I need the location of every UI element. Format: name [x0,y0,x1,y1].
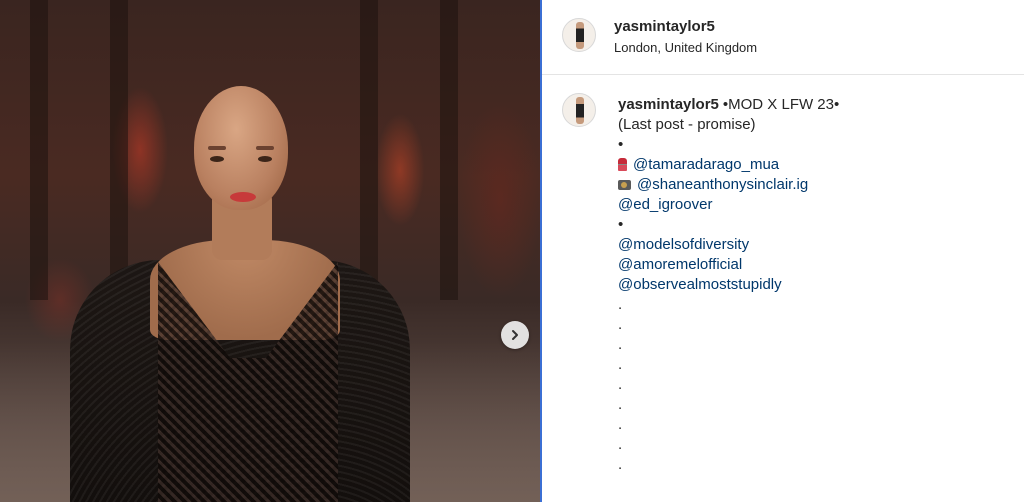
caption-text: (Last post - promise) [618,116,756,133]
post-location[interactable]: London, United Kingdom [614,40,757,55]
caption-title: •MOD X LFW 23• [722,96,840,113]
caption-text: . [618,336,623,353]
next-media-button[interactable] [501,321,529,349]
background-pillar [30,0,48,300]
caption-line: (Last post - promise) [618,115,1008,135]
lipstick-icon [618,158,627,171]
post-caption: yasmintaylor5 •MOD X LFW 23• (Last post -… [542,74,1024,502]
caption-mention-line: @ed_igroover [618,195,1008,215]
caption-avatar[interactable] [562,93,596,127]
caption-line: . [618,295,1008,315]
caption-text: . [618,376,623,393]
caption-line: . [618,355,1008,375]
caption-text: . [618,356,623,373]
mention-link[interactable]: @amoremelofficial [618,256,742,273]
caption-line: . [618,315,1008,335]
caption-mention-line: @tamaradarago_mua [618,155,1008,175]
caption-line: . [618,455,1008,475]
caption-line: • [618,215,1008,235]
background-pillar [440,0,458,300]
model-brow [256,146,274,150]
camera-icon [618,180,631,190]
caption-line: . [618,395,1008,415]
post-header: yasmintaylor5 London, United Kingdom [542,0,1024,75]
mention-link[interactable]: @tamaradarago_mua [633,156,779,173]
caption-text: • [618,136,624,153]
caption-mention-line: @amoremelofficial [618,255,1008,275]
caption-line: . [618,375,1008,395]
background-pillar [360,0,378,300]
background-pillar [110,0,128,300]
mention-link[interactable]: @ed_igroover [618,196,712,213]
caption-text: . [618,456,623,473]
caption-text: . [618,296,623,313]
post-media [0,0,540,502]
caption-body: yasmintaylor5 •MOD X LFW 23• (Last post -… [618,95,1008,475]
post-details-panel: yasmintaylor5 London, United Kingdom yas… [540,0,1024,502]
caption-line: . [618,415,1008,435]
mention-link[interactable]: @modelsofdiversity [618,236,749,253]
caption-line: . [618,335,1008,355]
caption-text: . [618,396,623,413]
model-lips [230,192,256,202]
model-eye [258,156,272,162]
caption-text: • [618,216,624,233]
caption-mention-line: @modelsofdiversity [618,235,1008,255]
caption-text: . [618,316,623,333]
caption-line: . [618,435,1008,455]
mention-link[interactable]: @shaneanthonysinclair.ig [637,176,808,193]
caption-mention-line: @shaneanthonysinclair.ig [618,175,1008,195]
caption-first-line: yasmintaylor5 •MOD X LFW 23• [618,95,1008,115]
chevron-right-icon [512,330,518,340]
caption-text: . [618,436,623,453]
model-eye [210,156,224,162]
caption-username[interactable]: yasmintaylor5 [618,96,719,113]
model-brow [208,146,226,150]
mention-link[interactable]: @observealmoststupidly [618,276,782,293]
caption-overflow-mask [542,492,1024,502]
author-username[interactable]: yasmintaylor5 [614,18,715,35]
caption-text: . [618,416,623,433]
caption-line: • [618,135,1008,155]
author-avatar[interactable] [562,18,596,52]
caption-mention-line: @observealmoststupidly [618,275,1008,295]
